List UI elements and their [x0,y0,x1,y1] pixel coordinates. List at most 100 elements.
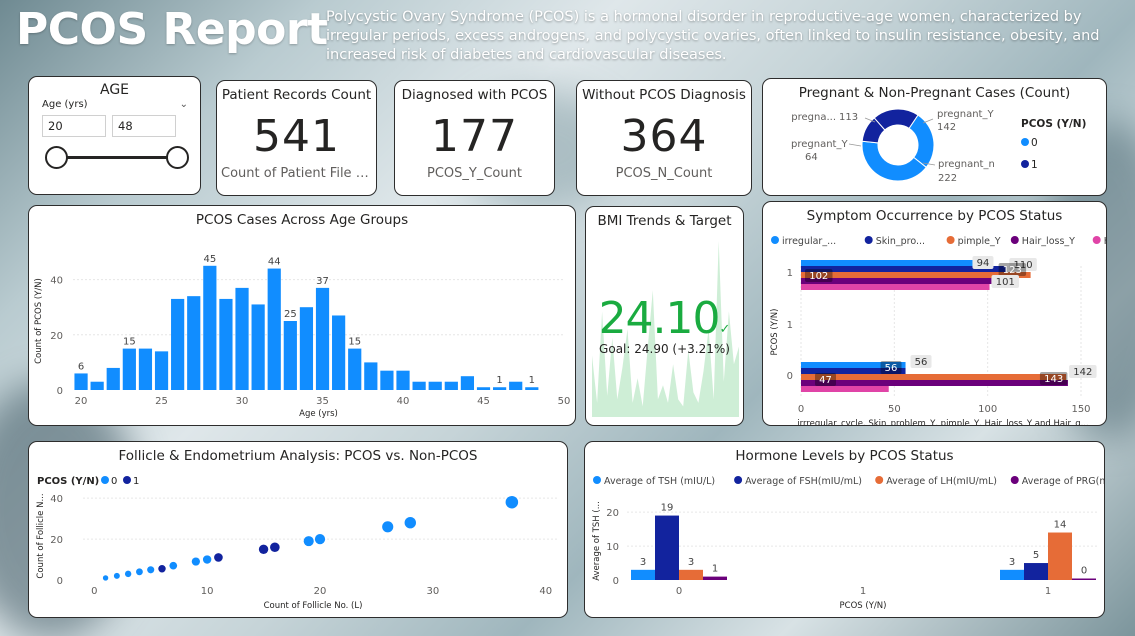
symptom-bar [801,386,889,392]
x-axis-title: PCOS (Y/N) [840,601,887,611]
chevron-down-icon[interactable]: ⌄ [180,99,188,110]
data-label: 1 [529,375,535,386]
age-bar [509,381,523,390]
hormone-bar [703,576,727,580]
age-groups-card: PCOS Cases Across Age Groups 0 20 40 20 25 30… [28,205,576,426]
y-tick-label: 40 [50,276,63,287]
symptoms-card: Symptom Occurrence by PCOS Status irregu… [762,201,1107,426]
kpi-value: 177 [431,111,518,162]
data-label: 1 [712,564,718,575]
x-tick-label: 0 [798,404,804,415]
slice-value: 113 [839,112,858,123]
x-axis-title: Age (yrs) [299,409,338,419]
legend-label: Average of PRG(ng/mL) [1022,476,1105,487]
hormones-chart: Average of TSH (mIU/L) Average of FSH(mIU… [592,476,1105,611]
legend-dot [734,476,743,484]
legend-label: Hair_gro... [1104,236,1107,247]
y-tick-label: 20 [606,508,619,519]
patient-records-card: Patient Records Count 541 Count of Patie… [216,80,377,196]
legend-dot [771,236,779,244]
diagnosed-card: Diagnosed with PCOS 177 PCOS_Y_Count [394,80,555,196]
age-bar [460,376,475,390]
y-tick-label: 1 [787,320,793,331]
legend-label: pimple_Y [958,236,1001,247]
age-max-input[interactable]: 48 [112,115,176,137]
kpi-value: 541 [253,111,340,162]
age-range-slider[interactable] [45,146,189,170]
y-tick-label: 0 [787,371,793,382]
x-tick-label: 35 [316,396,329,407]
legend-dot [1010,236,1019,244]
age-bar [267,268,281,390]
x-tick-label: 40 [397,396,410,407]
y-axis-title: Average of TSH (... [592,501,602,581]
age-bar [187,296,201,390]
age-bar [412,381,426,390]
data-label: 101 [996,277,1015,288]
x-tick-label: 50 [558,396,571,407]
legend-label: Average of TSH (mIU/L) [604,476,715,487]
data-label: 94 [977,258,990,269]
age-bar [444,381,458,390]
data-label: 1 [496,375,502,386]
age-bar [251,304,265,390]
check-icon: ✓ [719,322,731,337]
data-label: 56 [885,363,898,374]
age-bar [219,298,233,390]
follicle-card: Follicle & Endometrium Analysis: PCOS vs… [28,441,568,618]
scatter-point [202,555,212,564]
slider-handle-max[interactable] [166,146,189,169]
legend-title: PCOS (Y/N) [37,476,99,487]
data-label: 19 [661,503,674,514]
age-bar [106,367,120,390]
data-label: 102 [809,271,828,282]
age-groups-chart: 0 20 40 20 25 30 35 40 45 50 6 15 45 44 25 37 15 1 1 Age (y… [34,254,571,419]
age-bar [525,387,539,390]
slice-label: pregnant_n [938,159,995,170]
legend-label: Skin_pro... [876,236,925,247]
age-bar [315,287,330,390]
age-bar [332,315,346,390]
scatter-point [270,542,280,553]
age-min-input[interactable]: 20 [42,115,106,137]
bmi-value: 24.10 [598,293,721,344]
x-axis-title: Count of Follicle No. (L) [264,601,363,611]
hormone-bar [631,569,655,580]
x-tick-label: 100 [978,404,997,415]
hormone-bar [1024,563,1048,580]
scatter-point [136,568,143,576]
data-label: 15 [348,337,361,348]
slice-value: 222 [938,173,957,184]
hormone-bar [1072,578,1096,580]
symptoms-chart: irregular_... Skin_pro... pimple_Y Hair_los… [770,236,1107,425]
x-tick-label: 30 [236,396,249,407]
age-bar [396,370,410,390]
legend-dot [875,476,884,484]
pregnancy-donut-card: Pregnant & Non-Pregnant Cases (Count) pr… [762,78,1107,196]
scatter-point [102,575,109,581]
age-bar [348,348,362,390]
slice-label: pregnant_Y [937,109,994,120]
data-label: 45 [203,254,216,265]
data-label: 5 [1033,550,1039,561]
age-bar [299,307,314,390]
data-label: 14 [1054,520,1067,531]
age-slicer-card: AGE Age (yrs) ⌄ 20 48 [28,76,201,195]
data-label: 3 [688,557,694,568]
scatter-point [158,565,166,573]
card-title: Patient Records Count [221,87,372,103]
y-tick-label: 0 [613,576,619,587]
slider-handle-min[interactable] [45,146,68,169]
card-title: Pregnant & Non-Pregnant Cases (Count) [798,85,1071,101]
x-tick-label: 25 [155,396,168,407]
legend-label: 1 [133,476,139,487]
x-tick-label: 150 [1071,404,1090,415]
slice-label: pregnant_Y [791,139,848,150]
age-bar [364,362,378,390]
scatter-point [124,570,132,578]
scatter-point [113,572,120,579]
scatter-point [505,495,519,509]
x-tick-label: 50 [888,404,901,415]
slice-value: 64 [805,152,818,163]
x-tick-label: 20 [314,586,327,597]
